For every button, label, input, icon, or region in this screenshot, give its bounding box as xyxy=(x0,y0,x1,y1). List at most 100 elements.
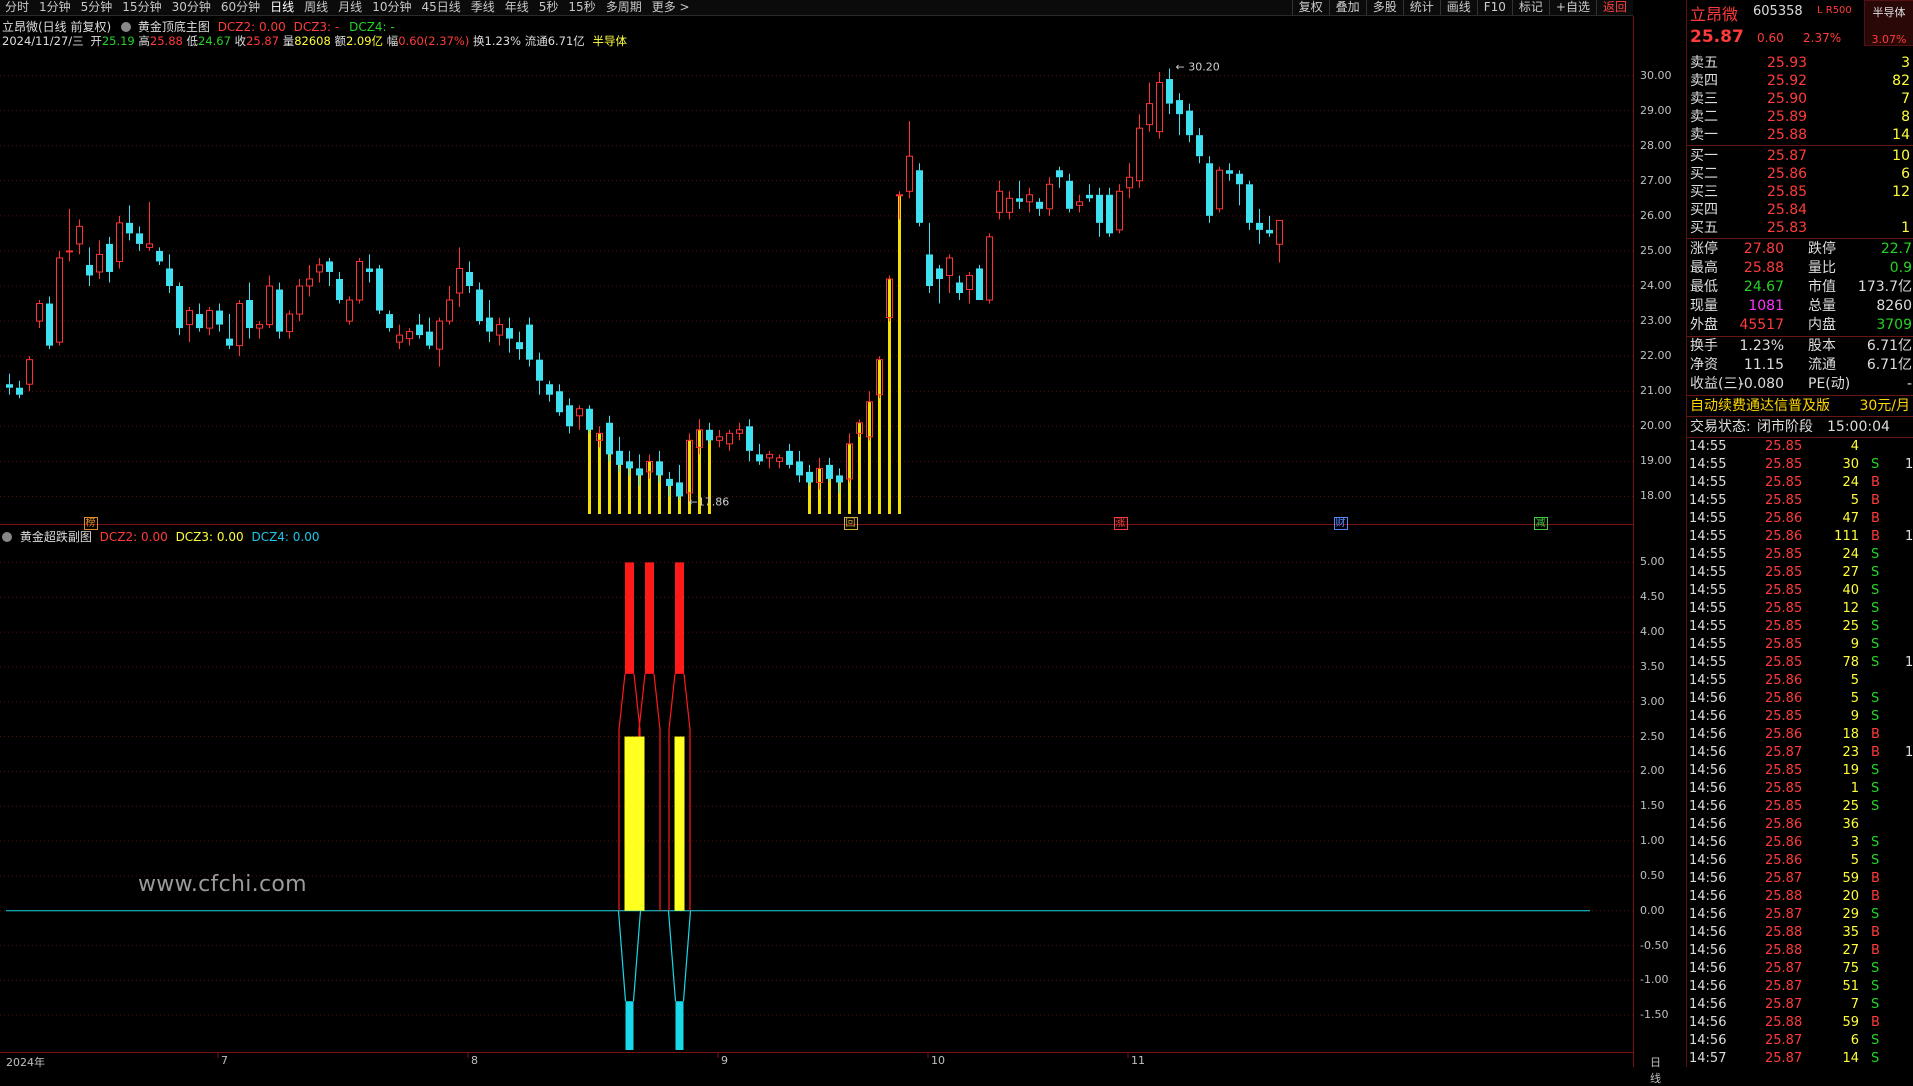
bottom-signal-bar xyxy=(648,461,651,514)
promo-price[interactable]: 30元/月 xyxy=(1859,397,1910,415)
candle xyxy=(1106,187,1113,237)
trade-price: 25.86 xyxy=(1765,529,1803,544)
bid-row[interactable]: 买三 25.85 12 xyxy=(1687,183,1913,201)
candle xyxy=(16,380,23,399)
trade-side: B xyxy=(1871,475,1880,490)
price-change: 0.60 xyxy=(1757,31,1784,45)
sub-formula-gear-icon[interactable] xyxy=(2,532,12,542)
dcz2-bar xyxy=(675,562,684,674)
bid-price: 25.83 xyxy=(1767,220,1808,236)
trade-volume: 24 xyxy=(1842,475,1859,490)
trade-row: 14:55 25.85 4 xyxy=(1687,438,1913,456)
bid-row[interactable]: 买一 25.87 10 xyxy=(1687,147,1913,165)
trade-side: S xyxy=(1871,781,1880,796)
trade-price: 25.85 xyxy=(1765,637,1803,652)
date-label: 10 xyxy=(931,1054,945,1067)
trade-price: 25.85 xyxy=(1765,781,1803,796)
trade-price: 25.85 xyxy=(1765,565,1803,580)
sub-formula-name[interactable]: 黄金超跌副图 xyxy=(20,530,92,544)
ask-row[interactable]: 卖五 25.93 3 xyxy=(1687,54,1913,72)
trade-extra: 1 xyxy=(1905,529,1913,544)
status-row: 交易状态: 闭市阶段 15:00:04 xyxy=(1687,418,1913,436)
price-change-pct: 2.37% xyxy=(1803,31,1842,45)
date-axis[interactable]: 2024年 7 8 9 10 11 日线 xyxy=(0,1052,1661,1085)
promo-row[interactable]: 自动续费通达信普及版 30元/月 xyxy=(1687,397,1913,415)
trade-volume: 59 xyxy=(1842,871,1859,886)
trade-row: 14:56 25.88 20 B xyxy=(1687,888,1913,906)
trade-time: 14:56 xyxy=(1689,961,1727,976)
dcz3-bar xyxy=(674,736,685,911)
trade-side: S xyxy=(1871,961,1880,976)
candle xyxy=(206,307,213,336)
trade-time: 14:55 xyxy=(1689,601,1727,616)
trade-row: 14:56 25.88 35 B xyxy=(1687,924,1913,942)
sub-chart-header: 黄金超跌副图 DCZ2: 0.00 DCZ3: 0.00 DCZ4: 0.00 xyxy=(2,528,320,545)
candle xyxy=(1056,166,1063,188)
stat-value: 0.9 xyxy=(1889,260,1912,276)
trade-price: 25.88 xyxy=(1765,1015,1803,1030)
candle xyxy=(1036,198,1043,216)
sector-badge[interactable]: 半导体 3.07% xyxy=(1864,0,1913,46)
trade-price: 25.87 xyxy=(1765,745,1803,760)
ask-label: 卖四 xyxy=(1690,73,1718,89)
trade-row: 14:55 25.85 78 S 1 xyxy=(1687,654,1913,672)
period-label[interactable]: 日线 xyxy=(1650,1054,1661,1086)
trade-price: 25.87 xyxy=(1765,979,1803,994)
candle xyxy=(246,282,253,339)
candle xyxy=(1176,93,1183,136)
event-marker-1[interactable]: 回 xyxy=(843,517,858,530)
candle xyxy=(1196,128,1203,164)
bid-row[interactable]: 买二 25.86 6 xyxy=(1687,165,1913,183)
candle xyxy=(1186,103,1193,143)
bid-row[interactable]: 买四 25.84 xyxy=(1687,201,1913,219)
event-marker-4[interactable]: 减 xyxy=(1533,517,1548,530)
candle xyxy=(296,278,303,322)
trade-price: 25.86 xyxy=(1765,835,1803,850)
trade-volume: 20 xyxy=(1842,889,1859,904)
stat-row: 现量 1081 总量 8260 xyxy=(1687,297,1913,315)
candle xyxy=(416,314,423,339)
ask-row[interactable]: 卖三 25.90 7 xyxy=(1687,90,1913,108)
trade-row: 14:55 25.85 5 B xyxy=(1687,492,1913,510)
stat-label: 收益(三) xyxy=(1690,376,1743,392)
event-marker-0[interactable]: 榜 xyxy=(83,517,98,530)
trade-time: 14:56 xyxy=(1689,907,1727,922)
stat-value: 6.71亿 xyxy=(1866,338,1912,354)
ask-row[interactable]: 卖四 25.92 82 xyxy=(1687,72,1913,90)
trade-volume: 18 xyxy=(1842,727,1859,742)
trade-side: S xyxy=(1871,601,1880,616)
trade-time: 14:56 xyxy=(1689,1033,1727,1048)
trade-row: 14:56 25.87 7 S xyxy=(1687,996,1913,1014)
trade-volume: 25 xyxy=(1842,619,1859,634)
price-tick: 27.00 xyxy=(1640,173,1672,187)
ask-row[interactable]: 卖二 25.89 8 xyxy=(1687,108,1913,126)
ask-row[interactable]: 卖一 25.88 14 xyxy=(1687,126,1913,144)
bid-row[interactable]: 买五 25.83 1 xyxy=(1687,219,1913,237)
trade-volume: 3 xyxy=(1850,835,1859,850)
trade-side: S xyxy=(1871,583,1880,598)
dcz3-bar xyxy=(634,736,645,911)
panel-divider[interactable] xyxy=(0,524,1633,525)
trade-side: B xyxy=(1871,1015,1880,1030)
price-axis[interactable]: 18.00 19.00 20.00 21.00 22.00 23.00 24.00 25.00… xyxy=(1633,16,1686,1067)
event-marker-2[interactable]: 涨 xyxy=(1113,517,1128,530)
candle xyxy=(766,450,773,469)
stat-value: 22.7 xyxy=(1880,241,1912,257)
candle xyxy=(796,450,803,483)
sub-tick: -0.50 xyxy=(1640,938,1669,952)
event-marker-3[interactable]: 财 xyxy=(1333,517,1348,530)
trade-side: S xyxy=(1871,547,1880,562)
trade-row: 14:56 25.85 25 S xyxy=(1687,798,1913,816)
stat-row: 涨停 27.80 跌停 22.7 xyxy=(1687,240,1913,258)
promo-text[interactable]: 自动续费通达信普及版 xyxy=(1690,397,1830,415)
candle xyxy=(396,324,403,350)
trade-volume: 14 xyxy=(1842,1051,1859,1066)
stock-name[interactable]: 立昂微 xyxy=(1690,1,1738,25)
bottom-signal-bar xyxy=(868,401,871,514)
trade-price: 25.86 xyxy=(1765,727,1803,742)
trade-side: S xyxy=(1871,1033,1880,1048)
trade-side: B xyxy=(1871,511,1880,526)
candle xyxy=(456,247,463,308)
candle xyxy=(406,328,413,346)
trade-price: 25.88 xyxy=(1765,943,1803,958)
